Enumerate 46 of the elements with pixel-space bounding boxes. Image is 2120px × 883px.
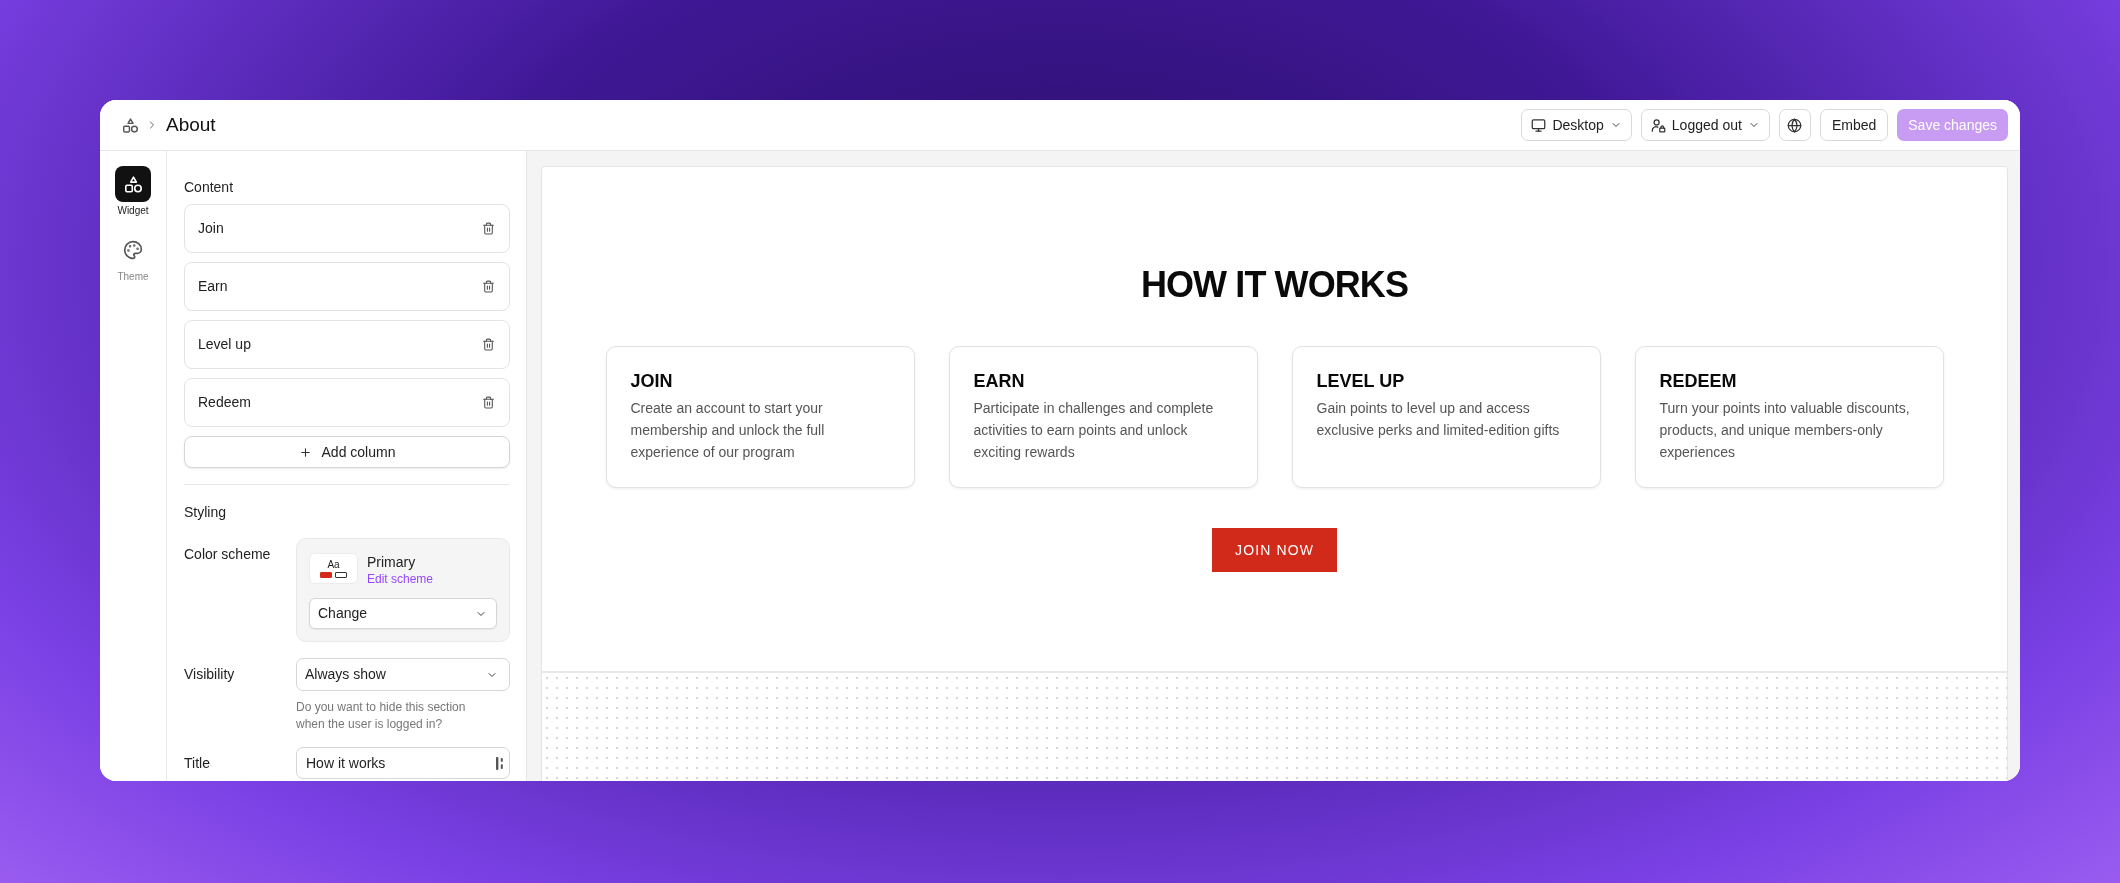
card-description: Turn your points into valuable discounts, products, and unique members-only experiences	[1659, 399, 1911, 462]
trash-icon[interactable]	[482, 280, 495, 293]
card-title: JOIN	[630, 370, 674, 392]
section-heading: HOW IT WORKS	[1140, 263, 1409, 307]
column-item[interactable]: Redeem	[184, 378, 510, 427]
column-item[interactable]: Earn	[184, 262, 510, 311]
globe-icon	[1787, 117, 1803, 133]
trash-icon[interactable]	[482, 222, 495, 235]
field-label: Title	[184, 754, 211, 773]
bars-icon[interactable]	[496, 756, 504, 770]
shapes-icon	[115, 166, 151, 202]
card-description: Gain points to level up and access exclusive perks and limited-edition gifts	[1316, 399, 1561, 440]
trash-icon[interactable]	[482, 396, 495, 409]
rail-tab[interactable]: Theme	[115, 232, 151, 283]
visibility-select[interactable]: Always show	[296, 658, 510, 691]
monitor-icon	[1531, 117, 1547, 133]
palette-icon	[123, 240, 143, 260]
card-title: EARN	[973, 370, 1026, 392]
scheme-name: Primary	[367, 553, 417, 571]
card-title: LEVEL UP	[1316, 370, 1406, 392]
add-column-button[interactable]: Add column	[184, 436, 510, 468]
field-label: Color scheme	[184, 545, 272, 564]
trash-icon[interactable]	[482, 338, 495, 351]
embed-button[interactable]: Embed	[1819, 109, 1889, 141]
rail-tab[interactable]: Widget	[115, 166, 151, 217]
sample-text: Aa	[327, 559, 340, 570]
section-title: Content	[184, 178, 235, 197]
device-select[interactable]: Desktop	[1521, 109, 1632, 141]
card-title: REDEEM	[1659, 370, 1738, 392]
plus-icon	[298, 445, 312, 459]
edit-scheme-link[interactable]: Edit scheme	[367, 571, 434, 587]
change-select[interactable]: Change	[309, 598, 497, 629]
field-label: Visibility	[184, 665, 236, 684]
card-description: Create an account to start your membership and unlock the full experience of our program	[630, 399, 826, 462]
page-title: About	[166, 113, 216, 137]
language-button[interactable]	[1778, 109, 1811, 141]
column-item[interactable]: Join	[184, 204, 510, 253]
join-now-button[interactable]: JOIN NOW	[1212, 528, 1337, 572]
help-text: Do you want to hide this section when the user is logged in?	[296, 699, 467, 733]
audience-select[interactable]: Logged out	[1640, 109, 1770, 141]
card-description: Participate in challenges and complete activities to earn points and unlock exciting rewards	[973, 399, 1215, 462]
column-item[interactable]: Level up	[184, 320, 510, 369]
shapes-icon[interactable]	[123, 117, 138, 133]
title-input[interactable]: How it works	[296, 747, 510, 779]
user-lock-icon	[1650, 117, 1666, 133]
section-title: Styling	[184, 503, 228, 522]
